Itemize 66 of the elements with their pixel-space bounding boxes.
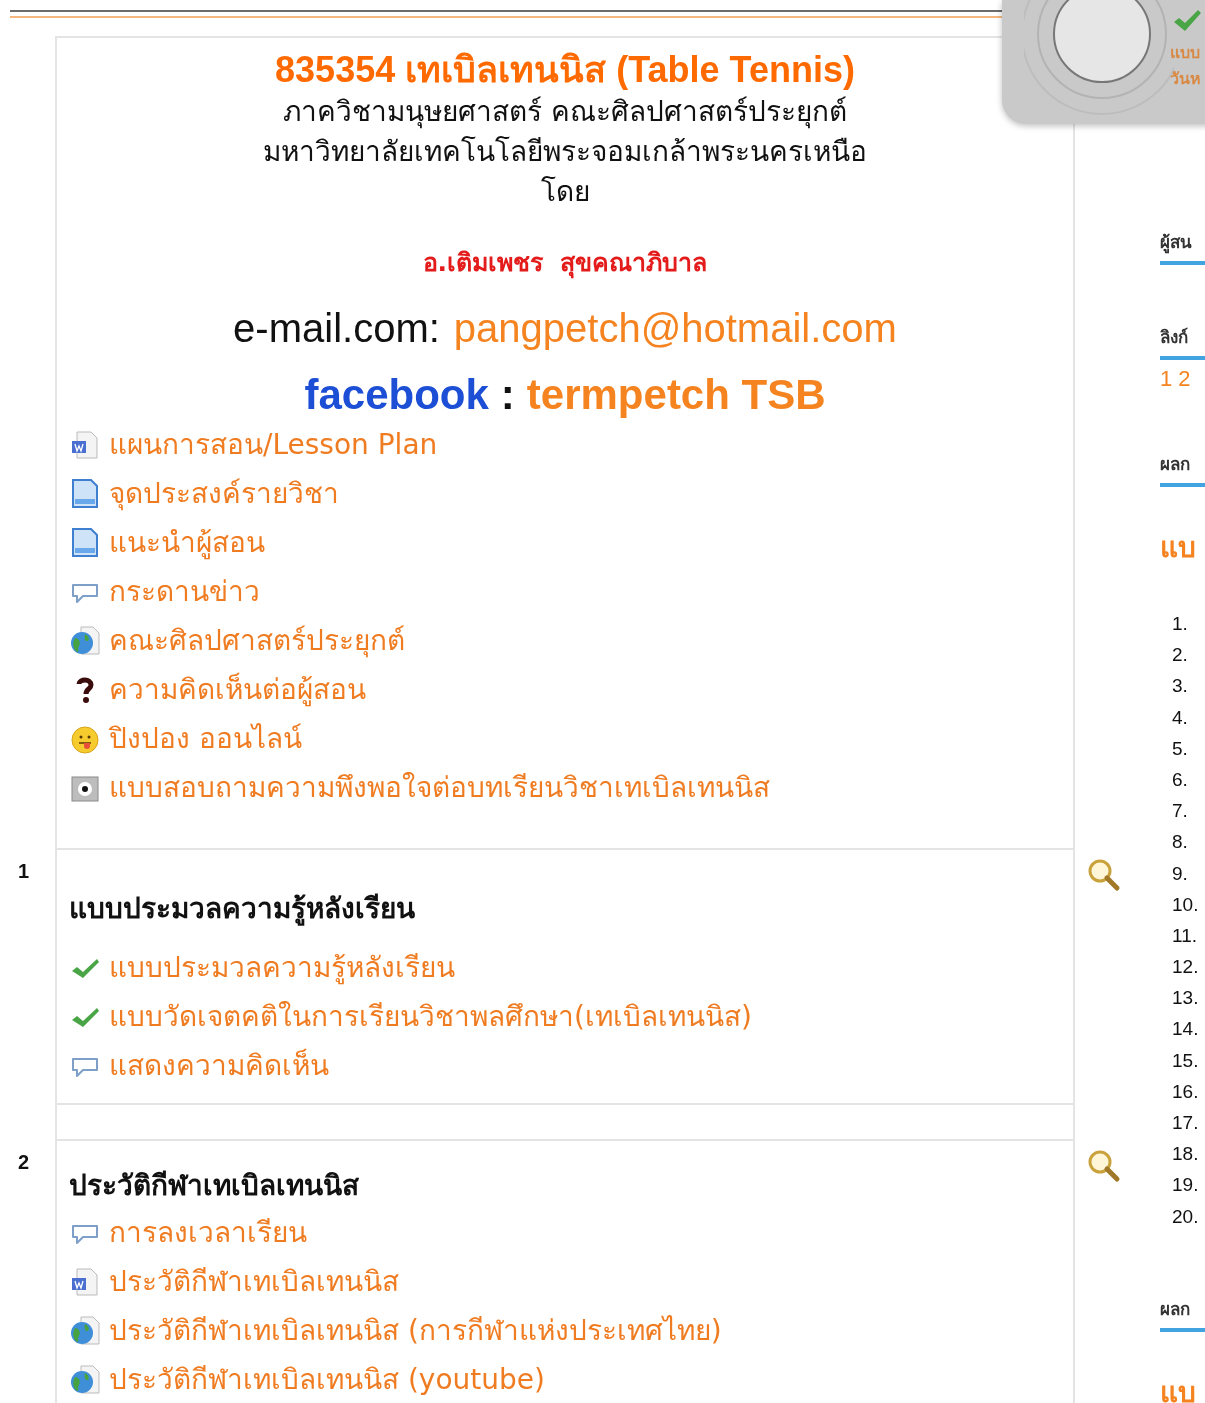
section-title: แบบประมวลความรู้หลังเรียน bbox=[69, 891, 416, 928]
list-number: 1. bbox=[1171, 613, 1189, 636]
list-number: 20. bbox=[1171, 1205, 1200, 1229]
separator-text: : bbox=[500, 371, 515, 419]
list-number: 10. bbox=[1171, 893, 1200, 917]
block-heading: ผู้สน bbox=[1160, 228, 1205, 265]
list-number: 5. bbox=[1171, 737, 1189, 761]
resource-link[interactable]: ประวัติกีฬาเทเบิลเทนนิส (การกีฬาแห่งประเทศไทย) bbox=[69, 1305, 1061, 1354]
email-address: pangpetch@hotmail.com bbox=[453, 306, 897, 351]
block-title: แบ bbox=[1160, 530, 1197, 566]
block-heading: ผลก bbox=[1160, 1294, 1205, 1332]
resource-link[interactable]: แนะนำผู้สอน bbox=[69, 517, 1061, 566]
instructor-name: อ.เติมเพชร สุขคณาภิบาล bbox=[422, 247, 708, 281]
resource-link[interactable]: กระดานข่าว bbox=[69, 566, 1061, 615]
widget-text: วันห bbox=[1170, 68, 1201, 90]
list-number: 2. bbox=[1171, 644, 1189, 668]
page-icon bbox=[69, 476, 101, 509]
page-icon bbox=[69, 525, 101, 558]
resource-link[interactable]: แผนการสอน/Lesson Plan bbox=[69, 419, 1061, 468]
list-number: 19. bbox=[1171, 1174, 1200, 1198]
list-number: 4. bbox=[1171, 706, 1189, 730]
list-number: 11. bbox=[1171, 924, 1198, 948]
university-text: มหาวิทยาลัยเทคโนโลยีพระจอมเกล้าพระนครเหนือ bbox=[263, 134, 867, 170]
list-number: 18. bbox=[1171, 1143, 1200, 1167]
list-number: 8. bbox=[1171, 831, 1189, 855]
list-number: 12. bbox=[1171, 956, 1200, 980]
resource-link[interactable]: ปิงปอง ออนไลน์ bbox=[69, 713, 1061, 762]
magnifier-icon[interactable] bbox=[1087, 1149, 1121, 1183]
list-number: 15. bbox=[1171, 1049, 1200, 1073]
checkmark-icon bbox=[1172, 8, 1202, 34]
block-heading: ผลก bbox=[1160, 450, 1205, 487]
section-number: 1 bbox=[17, 859, 31, 884]
by-text: โดย bbox=[540, 174, 590, 210]
page-link[interactable]: 1 2 bbox=[1160, 366, 1205, 392]
resource-link[interactable]: ความคิดเห็นต่อผู้สอน bbox=[69, 664, 1061, 713]
list-number: 9. bbox=[1171, 862, 1189, 886]
globe-icon bbox=[69, 1362, 101, 1395]
list-number: 14. bbox=[1171, 1018, 1200, 1042]
list-number: 13. bbox=[1171, 987, 1200, 1011]
section-title: ประวัติกีฬาเทเบิลเทนนิส bbox=[69, 1168, 360, 1204]
resource-link[interactable]: คณะศิลปศาสตร์ประยุกต์ bbox=[69, 615, 1061, 664]
list-number: 17. bbox=[1171, 1112, 1200, 1135]
section-number: 2 bbox=[17, 1150, 31, 1175]
facebook-name: termpetch TSB bbox=[526, 371, 826, 419]
resource-link[interactable]: ประวัติกีฬาเทเบิลเทนนิส (youtube) bbox=[69, 1354, 1061, 1403]
list-number: 7. bbox=[1171, 800, 1189, 824]
resource-link[interactable]: ประวัติกีฬาเทเบิลเทนนิส bbox=[69, 1256, 1061, 1305]
email-label: e-mail.com: bbox=[233, 306, 440, 351]
globe-icon bbox=[69, 623, 101, 656]
resource-link[interactable]: แบบประมวลความรู้หลังเรียน bbox=[69, 942, 1061, 991]
block-title: แบ bbox=[1160, 1374, 1197, 1403]
list-number: 3. bbox=[1171, 675, 1189, 699]
globe-icon bbox=[69, 1313, 101, 1346]
department-text: ภาควิชามนุษยศาสตร์ คณะศิลปศาสตร์ประยุกต์ bbox=[283, 94, 847, 131]
resource-link[interactable]: แบบวัดเจตคติในการเรียนวิชาพลศึกษา(เทเบิลเทนนิส) bbox=[69, 991, 1061, 1040]
facebook-label: facebook bbox=[304, 371, 489, 419]
resource-link[interactable]: จุดประสงค์รายวิชา bbox=[69, 468, 1061, 517]
list-number: 16. bbox=[1171, 1080, 1200, 1104]
resource-link[interactable]: การลงเวลาเรียน bbox=[69, 1207, 1061, 1256]
resource-link[interactable]: แบบสอบถามความพึงพอใจต่อบทเรียนวิชาเทเบิลเทนนิส bbox=[69, 762, 1061, 811]
list-number: 6. bbox=[1171, 768, 1189, 792]
widget-text: แบบ bbox=[1170, 42, 1201, 64]
block-heading: ลิงก์ bbox=[1160, 323, 1205, 360]
resource-link[interactable]: แสดงความคิดเห็น bbox=[69, 1040, 1061, 1089]
magnifier-icon[interactable] bbox=[1087, 858, 1121, 892]
course-title: 835354 เทเบิลเทนนิส (Table Tennis) bbox=[275, 48, 855, 92]
